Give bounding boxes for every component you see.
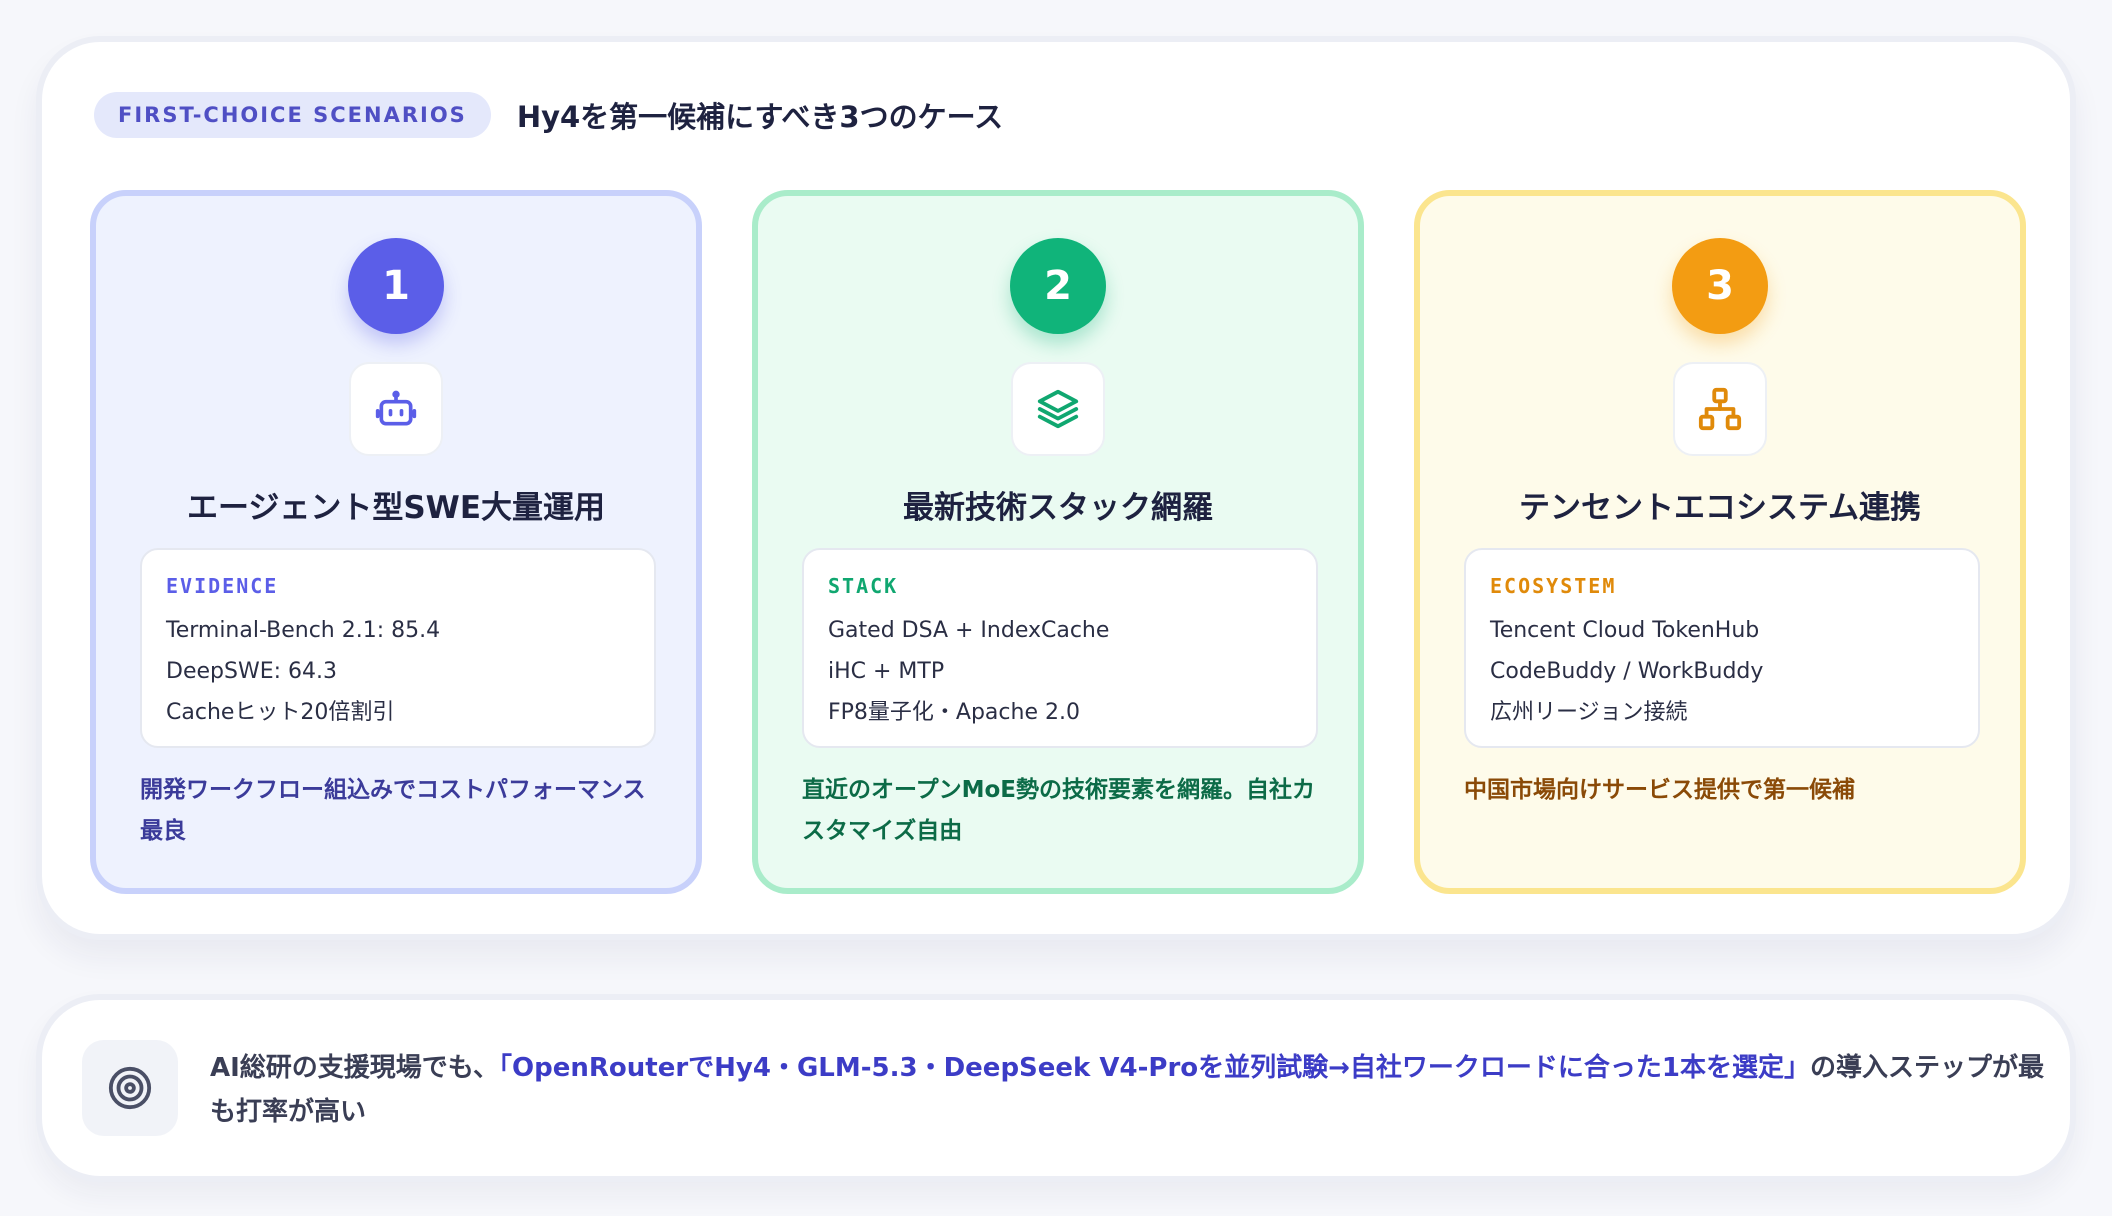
recommendation-text: AI総研の支援現場でも、「OpenRouterでHy4・GLM-5.3・Deep… bbox=[210, 1046, 2050, 1134]
scenario-card-1: 1 エージェント型SWE大量運用 EVIDENCE Terminal-Bench… bbox=[90, 190, 702, 894]
ecosystem-item: CodeBuddy / WorkBuddy bbox=[1490, 659, 1764, 684]
scenarios-panel: FIRST-CHOICE SCENARIOS Hy4を第一候補にすべき3つのケー… bbox=[36, 36, 2076, 940]
card-number: 3 bbox=[1672, 238, 1768, 334]
section-title: Hy4を第一候補にすべき3つのケース bbox=[516, 100, 1004, 134]
target-icon bbox=[82, 1040, 178, 1136]
card-title: エージェント型SWE大量運用 bbox=[186, 490, 606, 526]
stack-box: STACK Gated DSA + IndexCache iHC + MTP F… bbox=[802, 548, 1318, 748]
card-summary: 中国市場向けサービス提供で第一候補 bbox=[1464, 777, 1855, 803]
scenario-card-3: 3 テンセントエコシステム連携 ECOSYSTEM Tencent Cloud … bbox=[1414, 190, 2026, 894]
evidence-label: EVIDENCE bbox=[166, 574, 279, 598]
recommendation-prefix: AI総研の支援現場でも、 bbox=[210, 1053, 500, 1083]
card-number: 2 bbox=[1010, 238, 1106, 334]
stack-item: Gated DSA + IndexCache bbox=[828, 618, 1110, 643]
card-title: テンセントエコシステム連携 bbox=[1518, 490, 1922, 526]
stack-item: iHC + MTP bbox=[828, 659, 945, 684]
evidence-item: DeepSWE: 64.3 bbox=[166, 659, 337, 684]
evidence-item: Terminal-Bench 2.1: 85.4 bbox=[166, 618, 441, 643]
evidence-box: EVIDENCE Terminal-Bench 2.1: 85.4 DeepSW… bbox=[140, 548, 656, 748]
card-number: 1 bbox=[348, 238, 444, 334]
ecosystem-item: 広州リージョン接続 bbox=[1490, 700, 1688, 725]
ecosystem-label: ECOSYSTEM bbox=[1490, 574, 1617, 598]
stack-label: STACK bbox=[828, 574, 899, 598]
card-title: 最新技術スタック網羅 bbox=[903, 490, 1213, 526]
ecosystem-item: Tencent Cloud TokenHub bbox=[1490, 618, 1760, 643]
robot-icon bbox=[349, 362, 443, 456]
recommendation-panel: AI総研の支援現場でも、「OpenRouterでHy4・GLM-5.3・Deep… bbox=[36, 994, 2076, 1182]
scenario-card-2: 2 最新技術スタック網羅 STACK Gated DSA + IndexCach… bbox=[752, 190, 1364, 894]
ecosystem-box: ECOSYSTEM Tencent Cloud TokenHub CodeBud… bbox=[1464, 548, 1980, 748]
card-summary: 直近のオープンMoE勢の技術要素を網羅。自社カスタマイズ自由 bbox=[802, 777, 1316, 844]
layers-icon bbox=[1011, 362, 1105, 456]
evidence-item: Cacheヒット20倍割引 bbox=[166, 700, 395, 725]
network-icon bbox=[1673, 362, 1767, 456]
panel-header: FIRST-CHOICE SCENARIOS Hy4を第一候補にすべき3つのケー… bbox=[94, 92, 1003, 138]
card-summary: 開発ワークフロー組込みでコストパフォーマンス最良 bbox=[140, 777, 646, 844]
section-badge: FIRST-CHOICE SCENARIOS bbox=[94, 92, 491, 138]
stack-item: FP8量子化・Apache 2.0 bbox=[828, 700, 1080, 725]
recommendation-highlight: 「OpenRouterでHy4・GLM-5.3・DeepSeek V4-Proを… bbox=[499, 1053, 1811, 1083]
